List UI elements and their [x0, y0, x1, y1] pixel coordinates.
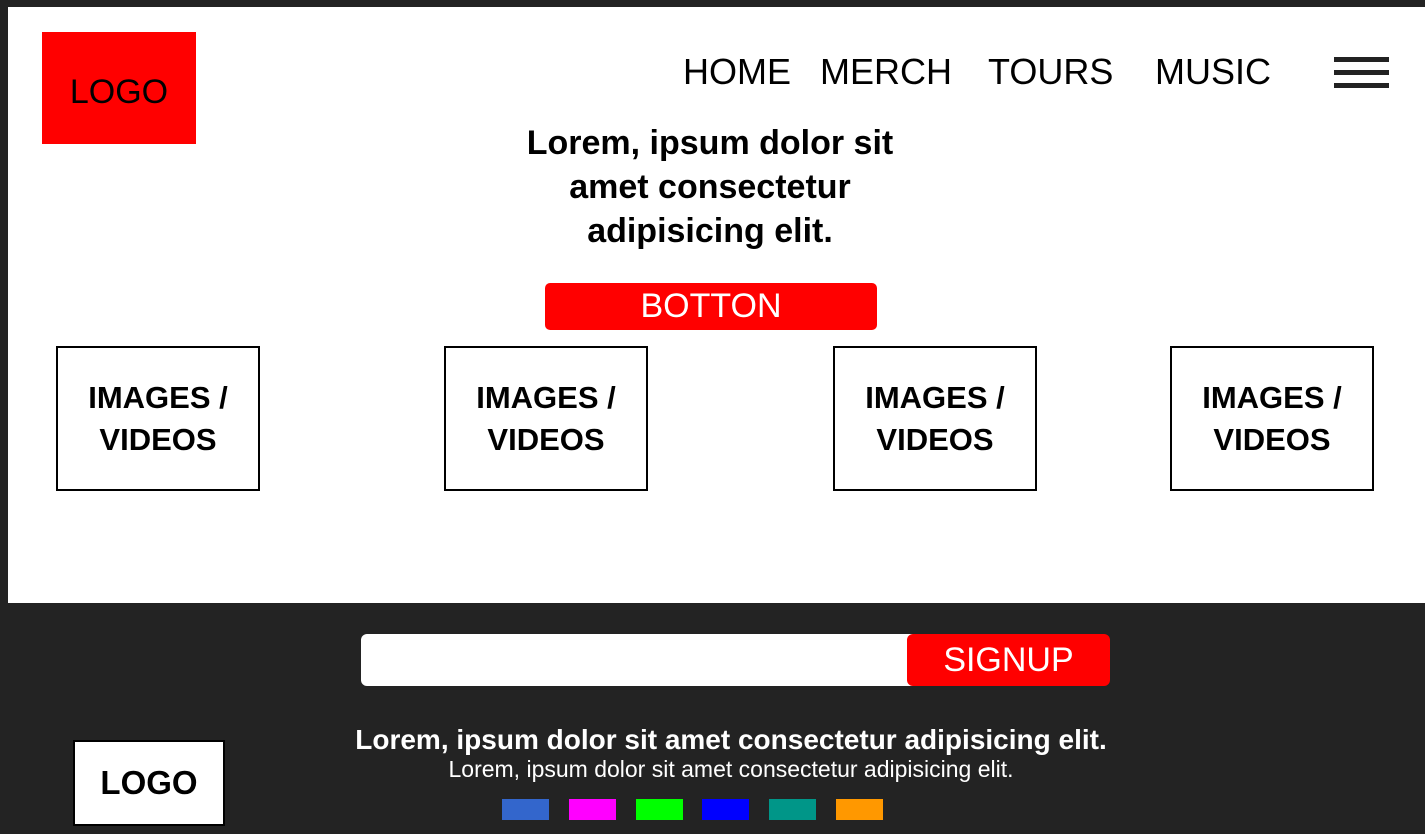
- nav-tours[interactable]: TOURS: [988, 50, 1113, 94]
- footer-logo[interactable]: LOGO: [73, 740, 225, 826]
- media-tile-label: IMAGES /: [88, 379, 228, 415]
- media-tile-label: VIDEOS: [99, 421, 217, 457]
- signup-email-input[interactable]: [361, 634, 921, 686]
- hamburger-bar: [1334, 83, 1389, 88]
- social-link-1[interactable]: [502, 799, 549, 820]
- social-link-4[interactable]: [702, 799, 749, 820]
- hamburger-menu-icon[interactable]: [1334, 57, 1389, 89]
- hero-title-line: adipisicing elit.: [587, 212, 833, 250]
- signup-button[interactable]: SIGNUP: [907, 634, 1110, 686]
- media-tile[interactable]: IMAGES / VIDEOS: [56, 346, 260, 491]
- media-tile[interactable]: IMAGES / VIDEOS: [833, 346, 1037, 491]
- media-tile-label: VIDEOS: [1213, 421, 1331, 457]
- hero-title-line: amet consectetur: [569, 168, 851, 206]
- social-link-3[interactable]: [636, 799, 683, 820]
- media-tile[interactable]: IMAGES / VIDEOS: [444, 346, 648, 491]
- media-tile-label: VIDEOS: [876, 421, 994, 457]
- social-link-5[interactable]: [769, 799, 816, 820]
- hero-title: Lorem, ipsum dolor sit amet consectetur …: [490, 121, 930, 253]
- page: LOGO HOME MERCH TOURS MUSIC Lorem, ipsum…: [0, 0, 1425, 834]
- social-links: [502, 799, 884, 820]
- media-tile-label: IMAGES /: [865, 379, 1005, 415]
- footer-title: Lorem, ipsum dolor sit amet consectetur …: [355, 724, 1107, 755]
- media-tile[interactable]: IMAGES / VIDEOS: [1170, 346, 1374, 491]
- hamburger-bar: [1334, 57, 1389, 62]
- header-logo[interactable]: LOGO: [42, 32, 196, 144]
- media-tile-label: IMAGES /: [1202, 379, 1342, 415]
- social-link-6[interactable]: [836, 799, 883, 820]
- hero-title-line: Lorem, ipsum dolor sit: [526, 124, 894, 162]
- nav-merch[interactable]: MERCH: [820, 50, 952, 94]
- hero-cta-button[interactable]: BOTTON: [545, 283, 877, 330]
- social-link-2[interactable]: [569, 799, 616, 820]
- hamburger-bar: [1334, 70, 1389, 75]
- media-tile-label: IMAGES /: [476, 379, 616, 415]
- media-tile-label: VIDEOS: [487, 421, 605, 457]
- footer-subtitle: Lorem, ipsum dolor sit amet consectetur …: [448, 756, 1014, 782]
- nav-home[interactable]: HOME: [683, 50, 791, 94]
- nav-music[interactable]: MUSIC: [1155, 50, 1271, 94]
